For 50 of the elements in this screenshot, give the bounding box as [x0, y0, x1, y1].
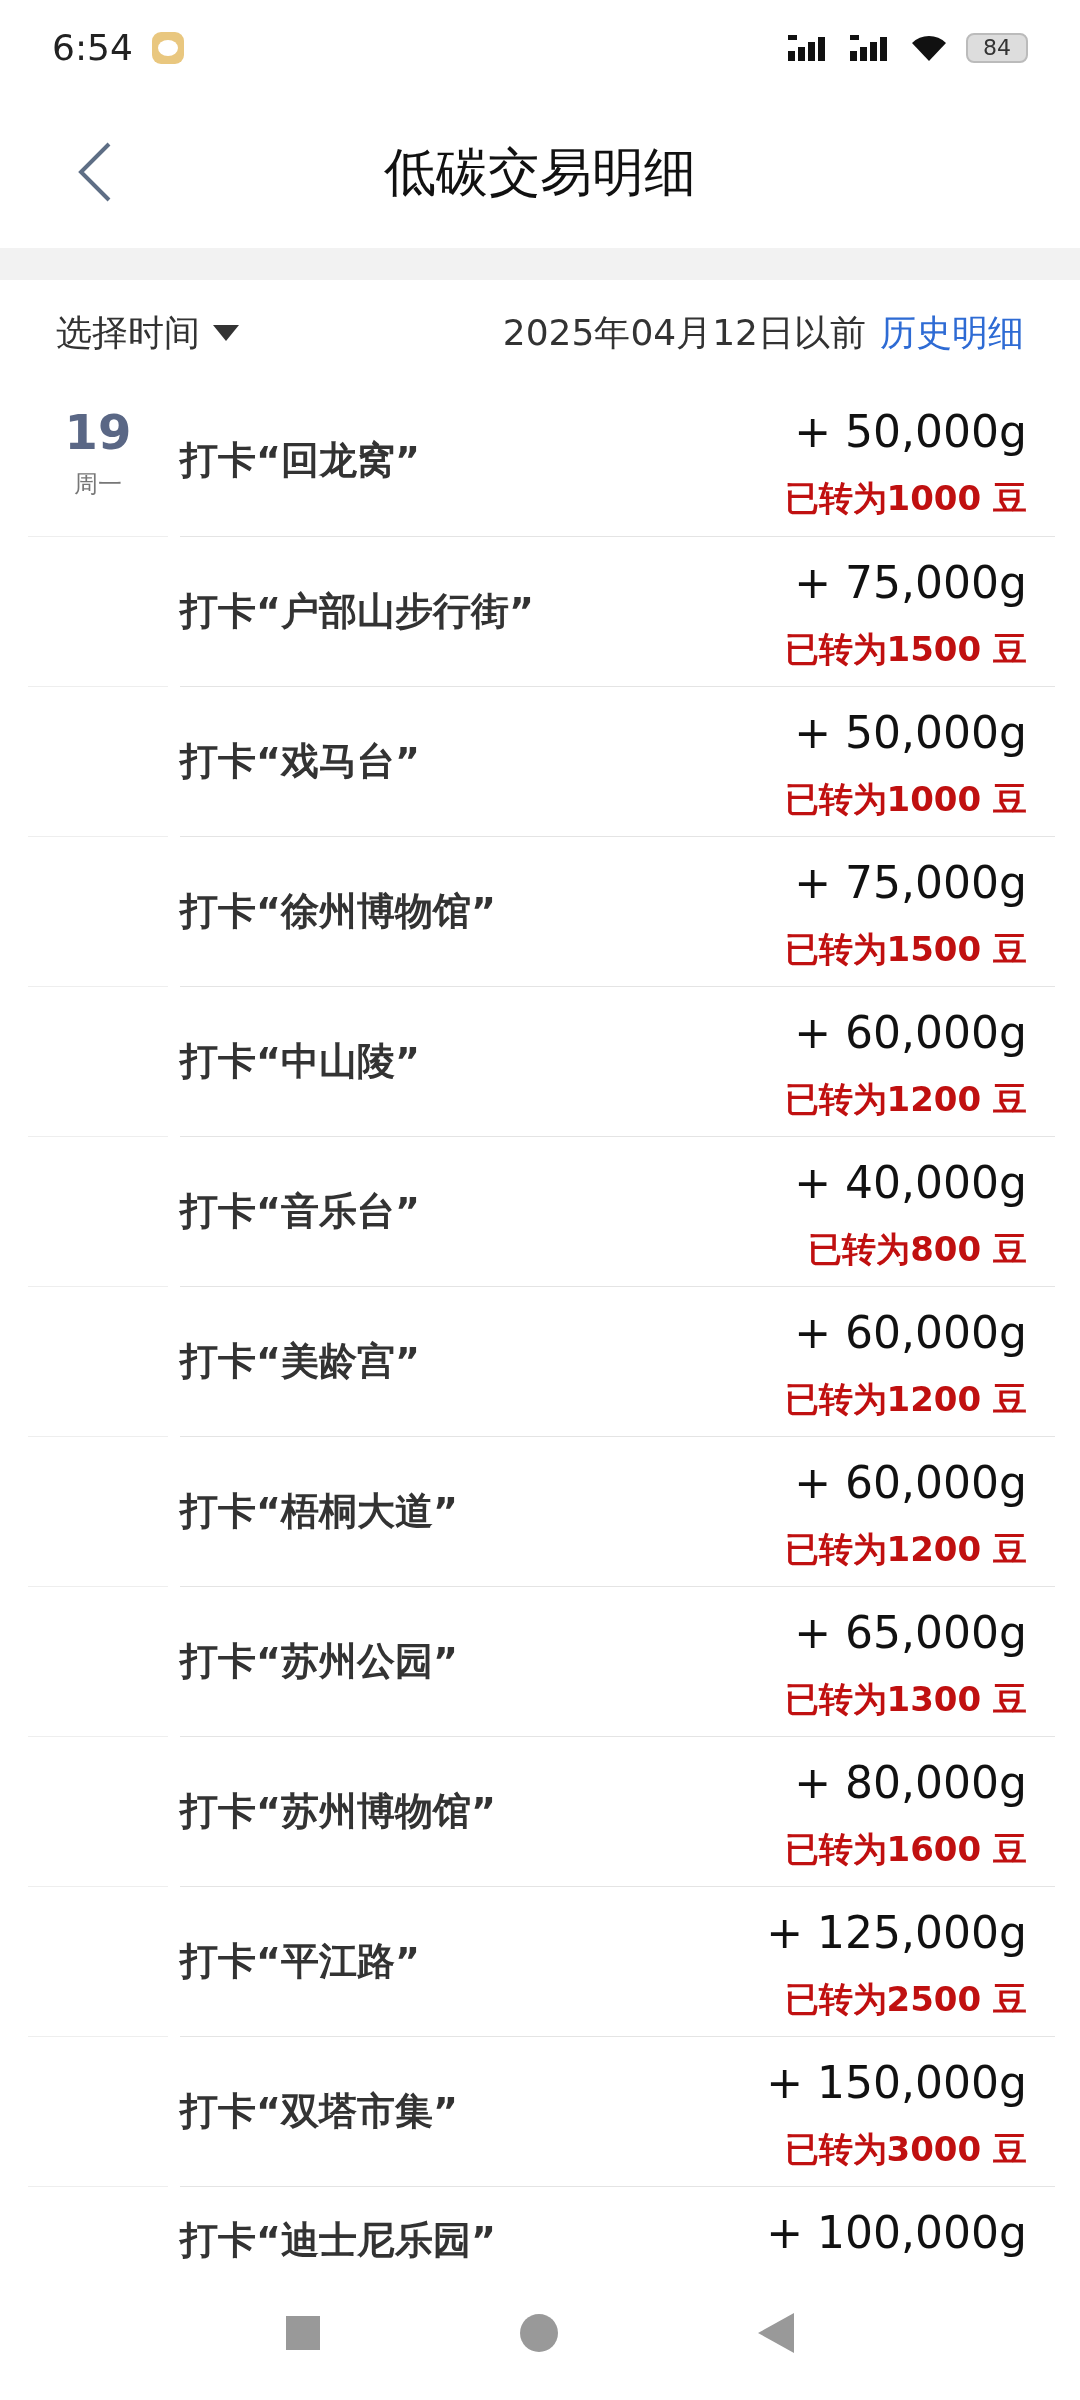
entry-title: 打卡“苏州博物馆” [180, 1787, 496, 1835]
cutoff-date: 2025年04月12日以前 [502, 311, 866, 355]
carbon-amount: + 40,000g [794, 1156, 1027, 1210]
message-icon [150, 30, 185, 65]
carbon-amount: + 150,000g [766, 2056, 1027, 2110]
entry-title: 打卡“徐州博物馆” [180, 887, 496, 935]
entry-title: 打卡“梧桐大道” [180, 1487, 458, 1535]
converted-beans: 已转为1200 豆 [784, 1378, 1027, 1421]
carbon-amount: + 100,000g [766, 2206, 1027, 2260]
entry-title: 打卡“回龙窝” [180, 437, 420, 485]
home-icon[interactable] [520, 2314, 558, 2352]
converted-beans: 已转为1500 豆 [784, 928, 1027, 971]
time-filter-dropdown[interactable]: 选择时间 [56, 306, 240, 360]
carbon-amount: + 75,000g [794, 856, 1027, 910]
entry-title: 打卡“中山陵” [180, 1037, 420, 1085]
converted-beans: 已转为1500 豆 [784, 628, 1027, 671]
carbon-amount: + 80,000g [794, 1756, 1027, 1810]
converted-beans: 已转为800 豆 [808, 1228, 1027, 1271]
entry-title: 打卡“苏州公园” [180, 1637, 458, 1685]
entry-title: 打卡“音乐台” [180, 1187, 420, 1235]
converted-beans: 已转为1300 豆 [784, 1678, 1027, 1721]
back-icon[interactable] [758, 2313, 794, 2353]
carbon-amount: + 65,000g [794, 1606, 1027, 1660]
date-day: 19 [64, 408, 132, 456]
carbon-amount: + 50,000g [794, 706, 1027, 760]
carbon-amount: + 75,000g [794, 556, 1027, 610]
status-time: 6:54 [52, 25, 133, 70]
converted-beans: 已转为2500 豆 [784, 1978, 1027, 2021]
converted-beans: 已转为1600 豆 [784, 1828, 1027, 1871]
converted-beans: 已转为3000 豆 [784, 2128, 1027, 2171]
converted-beans: 已转为1000 豆 [784, 477, 1027, 520]
entry-title: 打卡“戏马台” [180, 737, 420, 785]
carbon-amount: + 60,000g [794, 1006, 1027, 1060]
carbon-amount: + 125,000g [766, 1906, 1027, 1960]
battery-indicator: 84 [966, 32, 1028, 63]
carbon-amount: + 50,000g [794, 405, 1027, 459]
carbon-amount: + 60,000g [794, 1456, 1027, 1510]
entry-title: 打卡“双塔市集” [180, 2087, 458, 2135]
converted-beans: 已转为1200 豆 [784, 1528, 1027, 1571]
converted-beans: 已转为1000 豆 [784, 778, 1027, 821]
caret-down-icon [212, 323, 240, 343]
entry-title: 打卡“平江路” [180, 1937, 420, 1985]
entry-title: 打卡“迪士尼乐园” [180, 2217, 496, 2264]
page-title: 低碳交易明细 [384, 140, 696, 204]
date-weekday: 周一 [74, 469, 122, 500]
entry-title: 打卡“美龄宫” [180, 1337, 420, 1385]
converted-beans: 已转为1200 豆 [784, 1078, 1027, 1121]
history-link[interactable]: 历史明细 [880, 306, 1024, 360]
entry-title: 打卡“户部山步行街” [180, 587, 534, 635]
carbon-amount: + 60,000g [794, 1306, 1027, 1360]
